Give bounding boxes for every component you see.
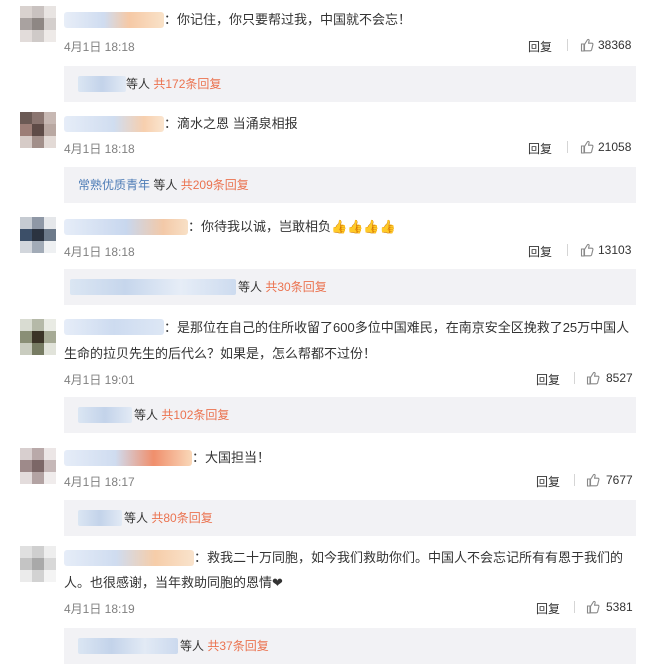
- like-count: 5381: [606, 600, 633, 614]
- like-count: 13103: [598, 243, 632, 257]
- comment-time: 4月1日 18:18: [64, 142, 135, 156]
- divider: [574, 601, 575, 613]
- divider: [567, 39, 568, 51]
- comment-text-line2: 人。也很感谢，当年救助同胞的恩情❤: [64, 575, 283, 590]
- comment-text-body: ：你待我以诚，岂敢相负: [188, 219, 332, 234]
- sub-reply-suffix: 等人: [134, 408, 159, 422]
- sub-reply-summary: 等人 共172条回复: [126, 76, 221, 92]
- divider: [574, 474, 575, 486]
- avatar[interactable]: [20, 319, 56, 355]
- sub-reply-user-blurred[interactable]: [78, 638, 178, 654]
- sub-reply-count-link[interactable]: 共209条回复: [181, 178, 249, 192]
- sub-reply-count-link[interactable]: 共172条回复: [153, 77, 221, 91]
- sub-reply-suffix: 等人: [180, 639, 205, 653]
- sub-reply-summary: 等人 共80条回复: [124, 510, 213, 526]
- sub-reply-suffix: 等人: [124, 511, 149, 525]
- reply-button[interactable]: 回复: [528, 38, 552, 55]
- like-count: 38368: [598, 38, 632, 52]
- sub-reply-user-link[interactable]: 常熟优质青年: [78, 178, 150, 192]
- sub-reply-box[interactable]: 常熟优质青年 等人 共209条回复: [64, 167, 636, 203]
- sub-reply-summary: 常熟优质青年 等人 共209条回复: [78, 177, 249, 193]
- username-blurred[interactable]: [64, 116, 164, 132]
- comment-time: 4月1日 19:01: [64, 373, 135, 387]
- thumbs-up-icon[interactable]: [580, 140, 594, 154]
- thumbs-up-icon[interactable]: [586, 371, 600, 385]
- comment-item: ：是那位在自己的住所收留了600多位中国难民，在南京安全区挽救了25万中国人 生…: [0, 313, 654, 437]
- sub-reply-box[interactable]: 等人 共102条回复: [64, 397, 636, 433]
- username-blurred[interactable]: [64, 550, 194, 566]
- sub-reply-box[interactable]: 等人 共80条回复: [64, 500, 636, 536]
- username-blurred[interactable]: [64, 319, 164, 335]
- comment-text: ：你待我以诚，岂敢相负👍👍👍👍: [188, 217, 396, 237]
- reply-button[interactable]: 回复: [528, 140, 552, 157]
- thumbs-up-icon[interactable]: [580, 243, 594, 257]
- sub-reply-user-blurred[interactable]: [78, 510, 122, 526]
- comment-time: 4月1日 18:19: [64, 602, 135, 616]
- comment-item: ：大国担当！ 4月1日 18:17 回复 7677 等人 共80条回复: [0, 440, 654, 540]
- sub-reply-user-blurred[interactable]: [78, 76, 126, 92]
- reply-button[interactable]: 回复: [528, 243, 552, 260]
- like-count: 7677: [606, 473, 633, 487]
- avatar[interactable]: [20, 546, 56, 582]
- sub-reply-count-link[interactable]: 共80条回复: [151, 511, 212, 525]
- comment-time: 4月1日 18:18: [64, 245, 135, 259]
- sub-reply-box[interactable]: 等人 共172条回复: [64, 66, 636, 102]
- avatar[interactable]: [20, 217, 56, 253]
- username-blurred[interactable]: [64, 12, 164, 28]
- avatar[interactable]: [20, 6, 56, 42]
- comment-text: ：滴水之恩 当涌泉相报: [164, 116, 298, 131]
- comment-text: ：大国担当！: [192, 450, 271, 465]
- comment-item: ：救我二十万同胞，如今我们救助你们。中国人不会忘记所有有恩于我们的 人。也很感谢…: [0, 540, 654, 672]
- comment-item: ：滴水之恩 当涌泉相报 4月1日 18:18 回复 21058 常熟优质青年 等…: [0, 104, 654, 204]
- comment-text-line1: ：救我二十万同胞，如今我们救助你们。中国人不会忘记所有有恩于我们的: [194, 550, 624, 565]
- sub-reply-summary: 等人 共30条回复: [238, 279, 327, 295]
- sub-reply-suffix: 等人: [238, 280, 263, 294]
- username-blurred[interactable]: [64, 219, 188, 235]
- thumbs-up-emoji-icon: 👍👍👍👍: [331, 219, 396, 234]
- avatar[interactable]: [20, 112, 56, 148]
- sub-reply-count-link[interactable]: 共37条回复: [207, 639, 268, 653]
- like-count: 8527: [606, 371, 633, 385]
- sub-reply-count-link[interactable]: 共30条回复: [265, 280, 326, 294]
- sub-reply-user-blurred[interactable]: [70, 279, 236, 295]
- avatar[interactable]: [20, 448, 56, 484]
- comment-text: ：你记住，你只要帮过我，中国就不会忘！: [164, 12, 412, 27]
- comment-item: ：你记住，你只要帮过我，中国就不会忘！ 4月1日 18:18 回复 38368 …: [0, 0, 654, 102]
- thumbs-up-icon[interactable]: [586, 600, 600, 614]
- reply-button[interactable]: 回复: [536, 371, 560, 388]
- divider: [567, 141, 568, 153]
- comment-text-line2: 生命的拉贝先生的后代么？如果是，怎么帮都不过份！: [64, 346, 377, 361]
- divider: [567, 244, 568, 256]
- like-count: 21058: [598, 140, 632, 154]
- divider: [574, 372, 575, 384]
- thumbs-up-icon[interactable]: [586, 473, 600, 487]
- sub-reply-count-link[interactable]: 共102条回复: [161, 408, 229, 422]
- sub-reply-user-blurred[interactable]: [78, 407, 132, 423]
- sub-reply-suffix: 等人: [153, 178, 178, 192]
- reply-button[interactable]: 回复: [536, 473, 560, 490]
- sub-reply-box[interactable]: 等人 共30条回复: [64, 269, 636, 305]
- comment-item: ：你待我以诚，岂敢相负👍👍👍👍 4月1日 18:18 回复 13103 等人 共…: [0, 207, 654, 311]
- comment-time: 4月1日 18:17: [64, 475, 135, 489]
- reply-button[interactable]: 回复: [536, 600, 560, 617]
- sub-reply-box[interactable]: 等人 共37条回复: [64, 628, 636, 664]
- username-blurred[interactable]: [64, 450, 192, 466]
- comment-text-line1: ：是那位在自己的住所收留了600多位中国难民，在南京安全区挽救了25万中国人: [164, 320, 630, 335]
- sub-reply-summary: 等人 共37条回复: [180, 638, 269, 654]
- sub-reply-suffix: 等人: [126, 77, 151, 91]
- thumbs-up-icon[interactable]: [580, 38, 594, 52]
- sub-reply-summary: 等人 共102条回复: [134, 407, 229, 423]
- comment-time: 4月1日 18:18: [64, 40, 135, 54]
